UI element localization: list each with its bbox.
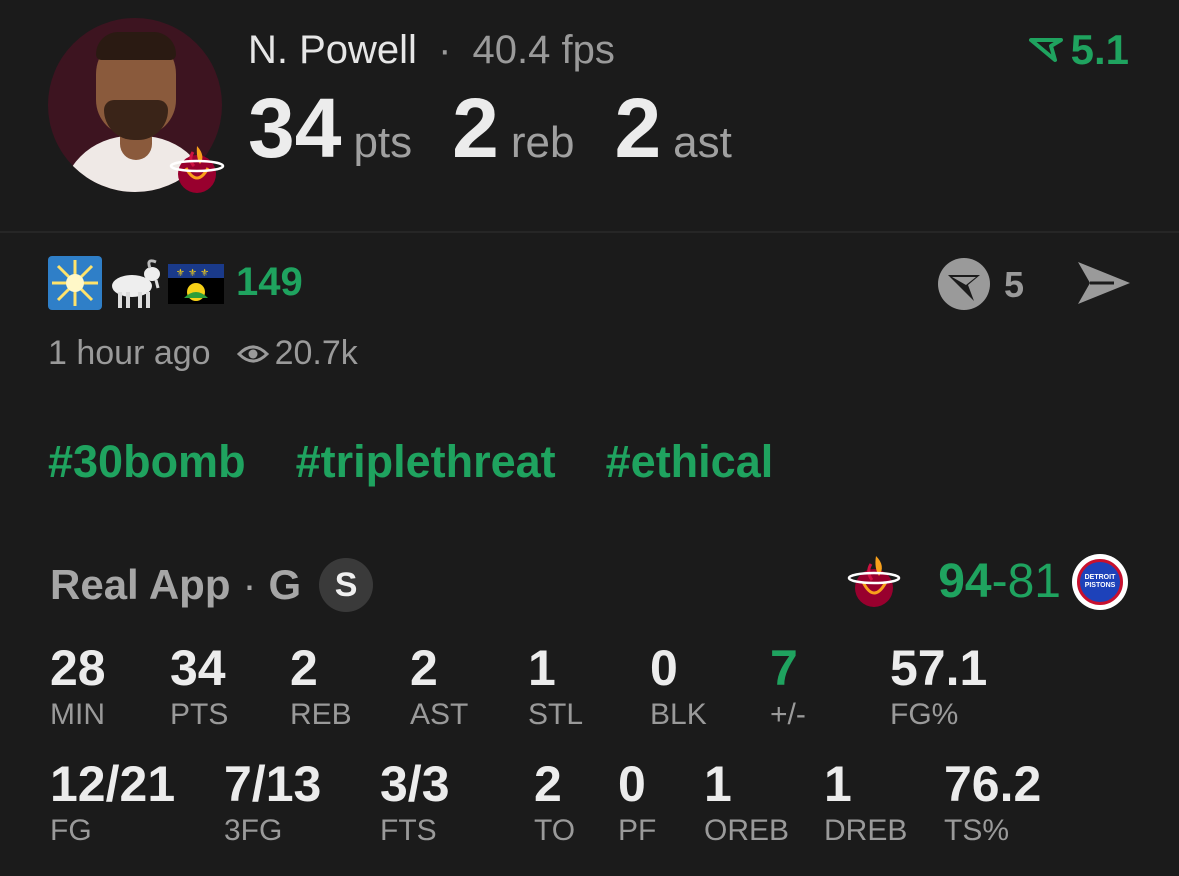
stat-label: STL — [528, 698, 584, 731]
assists-value: 2 — [614, 81, 662, 175]
hashtag[interactable]: #30bomb — [48, 436, 246, 488]
post-meta: 1 hour ago 20.7k — [48, 334, 358, 373]
divider — [0, 231, 1179, 233]
stat-label: 3FG — [224, 814, 283, 847]
guadeloupe-flag-icon[interactable]: ⚜ ⚜ ⚜ — [168, 256, 224, 310]
rating-value: 5.1 — [1070, 26, 1129, 73]
points-unit: pts — [353, 118, 413, 167]
pistons-logo-line2: PISTONS — [1084, 582, 1116, 589]
stat-ast: 2 AST — [410, 640, 468, 732]
views: 20.7k — [236, 334, 358, 373]
stat-label: REB — [290, 698, 352, 731]
rebounds-unit: reb — [510, 118, 575, 167]
headline-stats: 34 pts 2 reb 2 ast — [248, 86, 772, 176]
svg-text:⚜ ⚜ ⚜: ⚜ ⚜ ⚜ — [176, 268, 209, 279]
stat-value: 12/21 — [50, 756, 176, 812]
assists-unit: ast — [673, 118, 732, 167]
time-ago: 1 hour ago — [48, 334, 211, 372]
stat-pts: 34 PTS — [170, 640, 228, 732]
stat-value: 34 — [170, 640, 226, 696]
sparkle-emoji-icon[interactable] — [48, 256, 102, 310]
points-value: 34 — [248, 81, 342, 175]
stat-value: 1 — [528, 640, 556, 696]
away-score: 81 — [1007, 555, 1061, 608]
game-source: Real App · G S — [50, 558, 374, 612]
stat-plus-minus: 7 +/- — [770, 640, 806, 732]
source-separator: · — [242, 561, 257, 608]
stat-value: 1 — [704, 756, 732, 812]
stat-pf: 0 PF — [618, 756, 656, 848]
stat-label: +/- — [770, 698, 806, 731]
stat-fg: 12/21 FG — [50, 756, 175, 848]
avatar-beard — [104, 100, 168, 140]
stat-label: PF — [618, 814, 657, 847]
stat-label: FTS — [380, 814, 437, 847]
stat-min: 28 MIN — [50, 640, 106, 732]
stat-label: DREB — [824, 814, 908, 847]
stat-label: MIN — [50, 698, 105, 731]
stat-value: 0 — [618, 756, 646, 812]
stat-label: FG% — [890, 698, 959, 731]
eye-icon — [236, 345, 269, 362]
starter-badge: S — [319, 558, 374, 612]
stat-stl: 1 STL — [528, 640, 583, 732]
fantasy-points: 40.4 fps — [472, 28, 615, 72]
stat-value: 0 — [650, 640, 678, 696]
stat-label: AST — [410, 698, 469, 731]
score-dash: - — [991, 555, 1008, 608]
stat-3fg: 7/13 3FG — [224, 756, 321, 848]
stat-dreb: 1 DREB — [824, 756, 907, 848]
player-position: G — [268, 561, 302, 608]
rebounds-value: 2 — [452, 81, 499, 175]
stat-label: OREB — [704, 814, 790, 847]
stat-value: 76.2 — [944, 756, 1042, 812]
hashtag[interactable]: #ethical — [606, 436, 774, 488]
hashtag-list: #30bomb #triplethreat #ethical — [48, 436, 773, 488]
stat-to: 2 TO — [534, 756, 575, 848]
source-name: Real App — [50, 561, 231, 608]
stat-value: 2 — [290, 640, 318, 696]
hashtag[interactable]: #triplethreat — [296, 436, 556, 488]
reaction-count[interactable]: 149 — [236, 260, 303, 305]
stat-value: 7/13 — [224, 756, 322, 812]
goat-emoji-icon[interactable] — [106, 256, 160, 310]
avatar-hair — [96, 32, 176, 60]
stat-label: FG — [50, 814, 92, 847]
comment-count[interactable]: 5 — [1004, 264, 1024, 306]
rating[interactable]: 5.1 — [1028, 26, 1129, 74]
stat-label: PTS — [170, 698, 229, 731]
pistons-logo: DETROIT PISTONS — [1077, 559, 1123, 605]
stat-value: 7 — [770, 640, 798, 696]
stat-ts-pct: 76.2 TS% — [944, 756, 1041, 848]
heat-team-icon[interactable] — [846, 552, 904, 610]
stat-label: TO — [534, 814, 576, 847]
pistons-logo-line1: DETROIT — [1084, 574, 1116, 581]
stat-blk: 0 BLK — [650, 640, 707, 732]
view-count: 20.7k — [274, 334, 358, 372]
stat-value: 1 — [824, 756, 852, 812]
player-name[interactable]: N. Powell — [248, 28, 417, 72]
rating-arrow-icon — [1028, 38, 1063, 62]
player-name-line: N. Powell · 40.4 fps — [248, 26, 615, 74]
comment-icon[interactable] — [936, 255, 994, 313]
stat-fg-pct: 57.1 FG% — [890, 640, 987, 732]
heat-logo-icon — [169, 146, 225, 193]
game-score[interactable]: 94 - 81 — [938, 554, 1061, 609]
stat-oreb: 1 OREB — [704, 756, 789, 848]
send-icon[interactable] — [1074, 258, 1132, 308]
stat-value: 2 — [410, 640, 438, 696]
name-separator: · — [438, 28, 452, 72]
pistons-team-icon[interactable]: DETROIT PISTONS — [1072, 554, 1128, 610]
stat-value: 2 — [534, 756, 562, 812]
stat-value: 28 — [50, 640, 106, 696]
home-score: 94 — [938, 555, 992, 608]
stat-value: 3/3 — [380, 756, 450, 812]
stat-value: 57.1 — [890, 640, 988, 696]
stat-label: TS% — [944, 814, 1010, 847]
stat-fts: 3/3 FTS — [380, 756, 450, 848]
stat-label: BLK — [650, 698, 707, 731]
stat-reb: 2 REB — [290, 640, 352, 732]
